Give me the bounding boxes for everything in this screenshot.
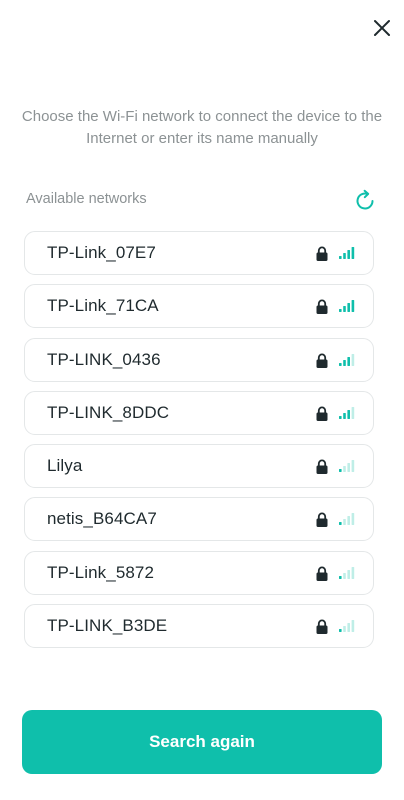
search-again-button[interactable]: Search again [22, 710, 382, 774]
lock-icon [316, 619, 328, 635]
network-name: TP-LINK_B3DE [47, 616, 168, 636]
network-item[interactable]: TP-LINK_8DDC [24, 390, 374, 435]
network-item[interactable]: TP-Link_07E7 [24, 231, 374, 275]
refresh-icon [356, 189, 374, 210]
signal-bar [343, 519, 346, 526]
signal-bar [339, 362, 342, 366]
lock-icon [316, 353, 328, 368]
signal-bar [339, 415, 342, 419]
signal-bar [343, 466, 346, 473]
networks-section-header: Available networks [26, 188, 378, 214]
signal-bar [347, 303, 350, 313]
signal-bar [339, 629, 342, 633]
wifi-signal-icon [339, 460, 355, 473]
signal-bar [351, 247, 355, 259]
wifi-signal-icon [339, 406, 355, 419]
signal-bar [351, 566, 355, 579]
network-name: TP-LINK_0436 [47, 349, 161, 369]
wifi-signal-icon [339, 513, 355, 526]
lock-icon [316, 513, 328, 528]
signal-bar [347, 463, 350, 473]
network-name: TP-Link_07E7 [47, 243, 156, 262]
wifi-signal-icon [339, 620, 355, 633]
signal-bar [351, 353, 355, 366]
close-button[interactable] [368, 14, 396, 42]
signal-bar [351, 513, 355, 526]
signal-bar [343, 412, 346, 419]
signal-bar [347, 356, 350, 366]
refresh-button[interactable] [352, 188, 378, 214]
network-name: TP-Link_5872 [47, 562, 155, 582]
signal-bar [347, 516, 350, 526]
signal-bar [347, 623, 350, 633]
network-name: netis_B64CA7 [47, 509, 157, 529]
instruction-text: Choose the Wi-Fi network to connect the … [21, 108, 383, 147]
signal-bar [343, 359, 346, 366]
network-item[interactable]: TP-Link_71CA [24, 284, 374, 329]
network-name: TP-Link_71CA [47, 296, 159, 316]
signal-bar [351, 300, 355, 313]
signal-bar [339, 469, 342, 473]
lock-icon [316, 566, 328, 581]
wifi-signal-icon [339, 300, 355, 313]
signal-bar [347, 409, 350, 419]
close-icon [374, 20, 390, 36]
signal-bar [339, 309, 342, 313]
wifi-signal-icon [339, 566, 355, 579]
network-item[interactable]: TP-LINK_B3DE [24, 604, 374, 649]
section-title: Available networks [26, 191, 147, 207]
signal-bar [347, 569, 350, 579]
signal-bar [339, 575, 342, 579]
network-item[interactable]: TP-LINK_0436 [24, 337, 374, 382]
wifi-signal-icon [339, 247, 355, 259]
signal-bar [351, 406, 355, 419]
signal-bar [351, 620, 355, 633]
lock-icon [316, 246, 328, 261]
network-item[interactable]: Lilya [24, 444, 374, 489]
wifi-signal-icon [339, 353, 355, 366]
lock-icon [316, 299, 328, 315]
network-item[interactable]: netis_B64CA7 [24, 497, 374, 542]
network-item[interactable]: TP-Link_5872 [24, 550, 374, 595]
network-name: TP-LINK_8DDC [47, 402, 170, 422]
signal-bar [347, 250, 350, 259]
signal-bar [343, 306, 346, 313]
signal-bar [343, 253, 346, 259]
network-name: Lilya [47, 456, 83, 476]
signal-bar [339, 256, 342, 259]
signal-bar [343, 626, 346, 633]
lock-icon [316, 459, 328, 475]
signal-bar [343, 572, 346, 579]
network-list: TP-Link_07E7 TP-Link_71CA TP-LINK_0436 TP-L… [24, 231, 374, 657]
signal-bar [339, 522, 342, 526]
signal-bar [351, 460, 355, 473]
lock-icon [316, 406, 328, 421]
